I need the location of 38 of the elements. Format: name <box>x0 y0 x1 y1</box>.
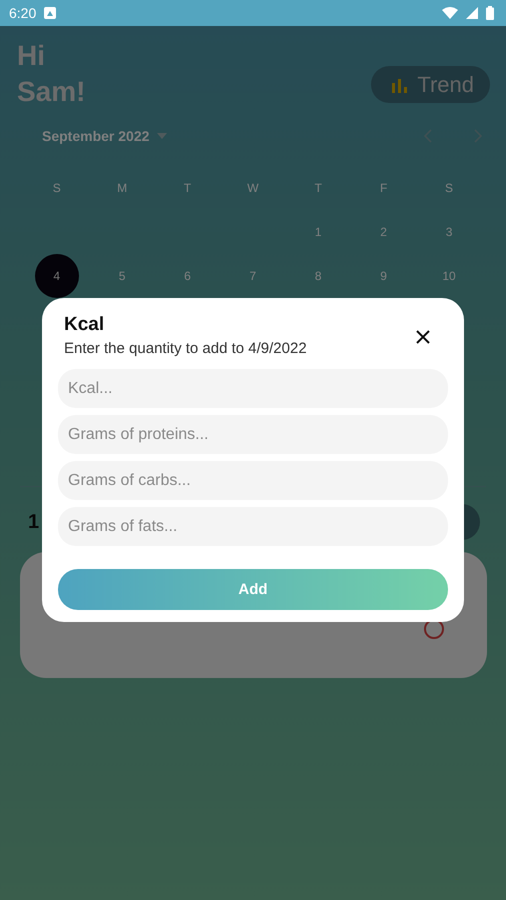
dialog-subtitle: Enter the quantity to add to 4/9/2022 <box>64 340 307 357</box>
signal-icon <box>466 7 478 19</box>
weekday-label: S <box>445 181 454 195</box>
dropdown-caret-icon[interactable] <box>157 133 168 139</box>
wifi-icon <box>442 7 458 19</box>
calendar-day[interactable]: 10 <box>427 254 472 298</box>
calendar-day[interactable]: 3 <box>427 210 472 254</box>
weekday-label: M <box>117 181 128 195</box>
input-field[interactable]: Kcal... <box>58 369 448 408</box>
calendar-day[interactable]: 6 <box>165 254 210 298</box>
input-field[interactable]: Grams of fats... <box>58 507 448 546</box>
calendar-day[interactable]: 8 <box>296 254 340 298</box>
greeting-text: Sam! <box>17 75 86 109</box>
input-field[interactable]: Grams of proteins... <box>58 415 448 454</box>
calendar-day[interactable]: 2 <box>362 210 406 254</box>
calendar-day[interactable]: 9 <box>362 254 406 298</box>
weekday-label: W <box>247 181 259 195</box>
summary-text: 1 <box>28 510 40 534</box>
calendar-day[interactable]: 1 <box>296 210 340 254</box>
calendar-day[interactable]: 7 <box>230 254 275 298</box>
weekday-label: F <box>380 181 388 195</box>
weekday-label: T <box>314 181 322 195</box>
status-time: 6:20 <box>9 5 36 21</box>
weekday-label: S <box>52 181 61 195</box>
calendar-day[interactable]: 5 <box>100 254 144 298</box>
input-field[interactable]: Grams of carbs... <box>58 461 448 500</box>
bar-chart-icon <box>391 76 408 92</box>
close-button[interactable] <box>416 330 430 344</box>
weekday-label: T <box>184 181 192 195</box>
notification-icon <box>44 7 56 19</box>
dialog-title: Kcal <box>64 314 106 336</box>
calendar-day[interactable]: 4 <box>34 254 79 298</box>
add-button[interactable]: Add <box>58 569 448 610</box>
month-label[interactable]: September 2022 <box>42 128 150 144</box>
close-icon <box>416 330 430 344</box>
greeting-text: Hi <box>17 39 46 73</box>
trend-button[interactable]: Trend <box>371 66 490 103</box>
battery-icon <box>486 6 494 20</box>
